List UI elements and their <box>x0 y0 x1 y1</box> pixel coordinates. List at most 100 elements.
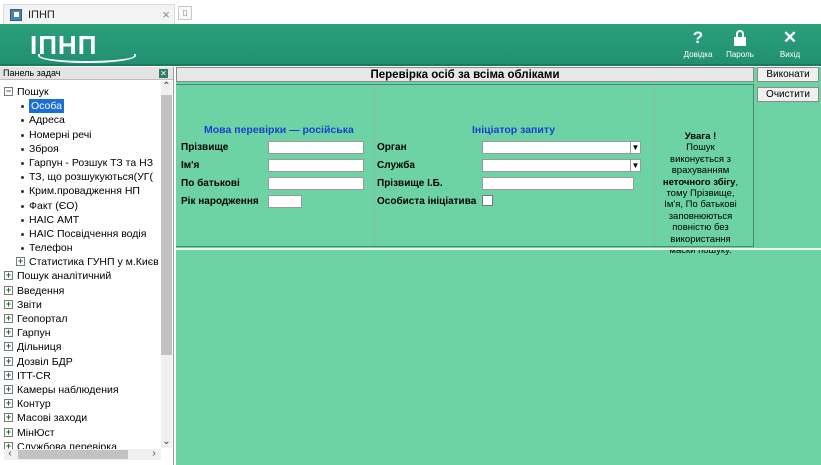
birth-year-input[interactable] <box>268 195 302 208</box>
surname-input[interactable] <box>268 141 364 154</box>
tree-item[interactable]: + Масові заходи <box>4 411 162 425</box>
tree-item[interactable]: НАІС АМТ <box>4 213 162 227</box>
chevron-down-icon[interactable]: ▼ <box>630 142 640 153</box>
lock-icon <box>720 28 760 50</box>
tree-item[interactable]: Гарпун - Розшук ТЗ та НЗ <box>4 156 162 170</box>
tree-item[interactable]: + Звіти <box>4 298 162 312</box>
tree-item[interactable]: − Пошук <box>4 85 162 99</box>
tree-item-label: НАІС АМТ <box>29 213 80 226</box>
chevron-down-icon[interactable]: ▼ <box>630 160 640 171</box>
tree-item[interactable]: + МінЮст <box>4 426 162 440</box>
page-title: Перевірка осіб за всіма обліками <box>176 67 754 82</box>
tree-item-label: Масові заходи <box>17 412 88 425</box>
scroll-thumb[interactable] <box>161 95 172 355</box>
tree-item[interactable]: Номерні речі <box>4 128 162 142</box>
tree-item[interactable]: Крим.провадження НП <box>4 184 162 198</box>
tree-item[interactable]: НАІС Посвідчення водія <box>4 227 162 241</box>
tree-item[interactable]: Особа <box>4 99 162 114</box>
bullet-icon <box>21 161 24 165</box>
tree-item[interactable]: + Пошук аналітичний <box>4 269 162 283</box>
tree-item-label: Зброя <box>29 142 59 155</box>
personal-initiative-checkbox[interactable] <box>482 195 493 206</box>
patronymic-input[interactable] <box>268 177 364 190</box>
organ-select[interactable]: ▼ <box>482 141 641 154</box>
tree-item-label: Телефон <box>29 242 73 255</box>
expand-icon[interactable]: + <box>4 399 13 409</box>
expand-icon[interactable]: + <box>4 384 13 394</box>
tree-item-label: Звіти <box>17 298 42 311</box>
close-panel-icon[interactable]: ✕ <box>159 69 168 78</box>
tree-item[interactable]: + Дільниця <box>4 340 162 354</box>
tree-item[interactable]: Телефон <box>4 241 162 255</box>
scroll-left-icon[interactable]: ‹ <box>5 448 15 460</box>
task-tree: − Пошук Особа Адреса Номерні речі Зброя Гарпун… <box>4 85 162 453</box>
warning-text-1: Пошук виконується з врахуванням <box>670 142 731 177</box>
collapse-icon[interactable]: − <box>4 87 13 96</box>
new-tab-icon[interactable] <box>178 6 192 20</box>
scroll-up-icon[interactable]: ⌃ <box>161 81 172 93</box>
close-icon: ✕ <box>782 28 798 47</box>
bullet-icon <box>21 119 24 123</box>
patronymic-label: По батькові <box>181 178 240 189</box>
tree-item-label: Крим.провадження НП <box>29 185 140 198</box>
expand-icon[interactable]: + <box>4 370 13 380</box>
initiator-name-input[interactable] <box>482 177 634 190</box>
tree-item[interactable]: Адреса <box>4 113 162 127</box>
tree-item[interactable]: + Введення <box>4 284 162 298</box>
tree-item-label: Дозвіл БДР <box>17 355 73 368</box>
expand-icon[interactable]: + <box>4 427 13 437</box>
tree-item[interactable]: + Камеры наблюдения <box>4 383 162 397</box>
horizontal-scrollbar[interactable]: ‹ › <box>4 448 161 460</box>
scroll-right-icon[interactable]: › <box>149 448 159 460</box>
expand-icon[interactable]: + <box>4 314 13 323</box>
tree-item[interactable]: Факт (ЄО) <box>4 199 162 213</box>
expand-icon[interactable]: + <box>16 257 25 267</box>
tree-item-label: Камеры наблюдения <box>17 383 119 396</box>
expand-icon[interactable]: + <box>4 413 13 423</box>
bullet-icon <box>21 190 24 194</box>
tree-item[interactable]: + Контур <box>4 397 162 411</box>
tree-item[interactable]: ТЗ, що розшукуються(УГ( <box>4 170 162 184</box>
exit-label: Вихід <box>779 50 801 59</box>
tree-item[interactable]: + ITT-CR <box>4 369 162 383</box>
scroll-down-icon[interactable]: ⌄ <box>161 436 172 448</box>
expand-icon[interactable]: + <box>4 271 13 281</box>
section-divider <box>374 85 375 246</box>
service-label: Служба <box>377 160 415 171</box>
surname-label: Прізвище <box>181 142 229 153</box>
warning-title: Увага ! <box>684 131 717 142</box>
horizontal-scroll-thumb[interactable] <box>18 450 128 459</box>
tree-item[interactable]: + Геопортал <box>4 312 162 326</box>
service-select[interactable]: ▼ <box>482 159 641 172</box>
bullet-icon <box>21 247 24 251</box>
results-divider <box>176 248 821 250</box>
tree-item-label: Статистика ГУНП у м.Києв <box>29 256 159 269</box>
warning-text-bold: неточного збігу <box>662 176 736 188</box>
bullet-icon <box>21 204 24 208</box>
tree-item[interactable]: Зброя <box>4 142 162 156</box>
expand-icon[interactable]: + <box>4 299 13 309</box>
execute-button[interactable]: Виконати <box>757 67 819 82</box>
tree-item[interactable]: + Гарпун <box>4 326 162 340</box>
personal-initiative-label: Особиста ініціатива <box>377 196 477 207</box>
expand-icon[interactable]: + <box>4 285 13 295</box>
tree-item[interactable]: + Дозвіл БДР <box>4 355 162 369</box>
browser-tab[interactable]: ІПНП × <box>3 4 175 24</box>
expand-icon[interactable]: + <box>4 328 13 338</box>
clear-button[interactable]: Очистити <box>757 87 819 102</box>
close-tab-icon[interactable]: × <box>158 7 174 23</box>
expand-icon[interactable]: + <box>4 342 13 352</box>
tree-item-label: Факт (ЄО) <box>29 199 78 212</box>
search-form: Мова перевірки — російська Прізвище Ім'я… <box>176 84 754 256</box>
password-button[interactable]: Пароль <box>720 28 760 62</box>
name-input[interactable] <box>268 159 364 172</box>
help-button[interactable]: ? Довідка <box>678 28 718 62</box>
vertical-scrollbar[interactable]: ⌃ ⌄ <box>161 81 172 448</box>
app-favicon-icon <box>10 8 22 21</box>
exit-button[interactable]: ✕ Вихід <box>770 28 810 62</box>
tree-item[interactable]: + Статистика ГУНП у м.Києв <box>4 255 162 269</box>
name-label: Ім'я <box>181 160 200 171</box>
expand-icon[interactable]: + <box>4 356 13 366</box>
logo: ІПНП <box>30 30 136 63</box>
tree-item-label: Пошук <box>17 86 49 98</box>
